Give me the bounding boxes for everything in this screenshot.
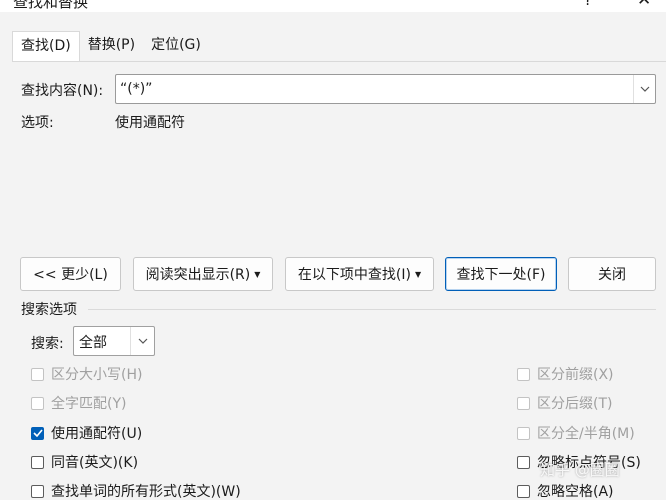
- match-prefix-checkbox[interactable]: 区分前缀(X): [517, 364, 614, 384]
- checkbox-box[interactable]: [517, 426, 530, 440]
- checkbox-label: 使用通配符(U): [51, 426, 143, 442]
- tab-replace[interactable]: 替换(P): [80, 31, 143, 62]
- checkbox-box[interactable]: [517, 396, 530, 410]
- help-icon[interactable]: ?: [584, 0, 592, 9]
- search-options-heading: 搜索选项: [21, 302, 77, 318]
- tab-find[interactable]: 查找(D): [12, 31, 80, 62]
- checkbox-label: 区分全/半角(M): [537, 426, 635, 442]
- watermark: 知乎 @圈圈: [540, 461, 620, 479]
- checkbox-label: 查找单词的所有形式(英文)(W): [51, 484, 241, 500]
- search-direction-label: 搜索:: [31, 336, 64, 352]
- checkbox-box[interactable]: [517, 455, 530, 469]
- checkbox-label: 忽略空格(A): [537, 484, 614, 500]
- find-next-button[interactable]: 查找下一处(F): [445, 257, 557, 291]
- check-icon[interactable]: [31, 426, 44, 440]
- find-what-label: 查找内容(N):: [21, 83, 104, 99]
- checkbox-box[interactable]: [31, 367, 44, 381]
- close-button-label: 关闭: [598, 267, 626, 283]
- options-label: 选项:: [21, 115, 54, 131]
- find-next-label: 查找下一处(F): [456, 267, 546, 283]
- search-direction-select[interactable]: 全部: [73, 326, 155, 356]
- all-word-forms-checkbox[interactable]: 查找单词的所有形式(英文)(W): [31, 481, 241, 500]
- find-what-combobox[interactable]: [115, 74, 656, 104]
- reading-highlight-label: 阅读突出显示(R): [145, 267, 251, 283]
- options-value: 使用通配符: [115, 115, 185, 131]
- find-what-input[interactable]: [116, 75, 626, 103]
- close-icon[interactable]: ✕: [637, 0, 651, 10]
- match-case-checkbox[interactable]: 区分大小写(H): [31, 364, 142, 384]
- caret-down-icon: ▼: [414, 269, 422, 279]
- divider: [88, 309, 656, 310]
- checkbox-box[interactable]: [517, 367, 530, 381]
- find-in-button[interactable]: 在以下项中查找(I) ▼: [285, 257, 434, 291]
- find-in-label: 在以下项中查找(I): [297, 267, 411, 283]
- chevron-down-icon[interactable]: [130, 327, 154, 355]
- less-button[interactable]: << 更少(L): [20, 257, 121, 291]
- less-button-label: << 更少(L): [33, 267, 108, 283]
- checkbox-box[interactable]: [31, 396, 44, 410]
- window-title: 查找和替换: [13, 0, 89, 11]
- reading-highlight-button[interactable]: 阅读突出显示(R) ▼: [133, 257, 273, 291]
- checkbox-box[interactable]: [31, 455, 44, 469]
- tab-bar: 查找(D) 替换(P) 定位(G): [12, 31, 209, 62]
- use-wildcards-checkbox[interactable]: 使用通配符(U): [31, 423, 142, 443]
- close-button[interactable]: 关闭: [568, 257, 656, 291]
- checkbox-label: 区分前缀(X): [537, 367, 614, 383]
- title-bar: 查找和替换 ? ✕: [0, 0, 666, 12]
- checkbox-box[interactable]: [31, 484, 44, 498]
- search-direction-value: 全部: [79, 335, 107, 351]
- match-width-checkbox[interactable]: 区分全/半角(M): [517, 423, 635, 443]
- checkbox-label: 区分后缀(T): [537, 396, 613, 412]
- ignore-whitespace-checkbox[interactable]: 忽略空格(A): [517, 481, 614, 500]
- match-suffix-checkbox[interactable]: 区分后缀(T): [517, 393, 612, 413]
- checkbox-label: 全字匹配(Y): [51, 396, 127, 412]
- whole-word-checkbox[interactable]: 全字匹配(Y): [31, 393, 126, 413]
- caret-down-icon: ▼: [254, 269, 261, 279]
- chevron-down-icon[interactable]: [633, 75, 655, 103]
- checkbox-label: 同音(英文)(K): [51, 455, 139, 471]
- checkbox-label: 区分大小写(H): [51, 367, 143, 383]
- sounds-like-checkbox[interactable]: 同音(英文)(K): [31, 452, 138, 472]
- tab-goto[interactable]: 定位(G): [143, 31, 209, 62]
- checkbox-box[interactable]: [517, 484, 530, 498]
